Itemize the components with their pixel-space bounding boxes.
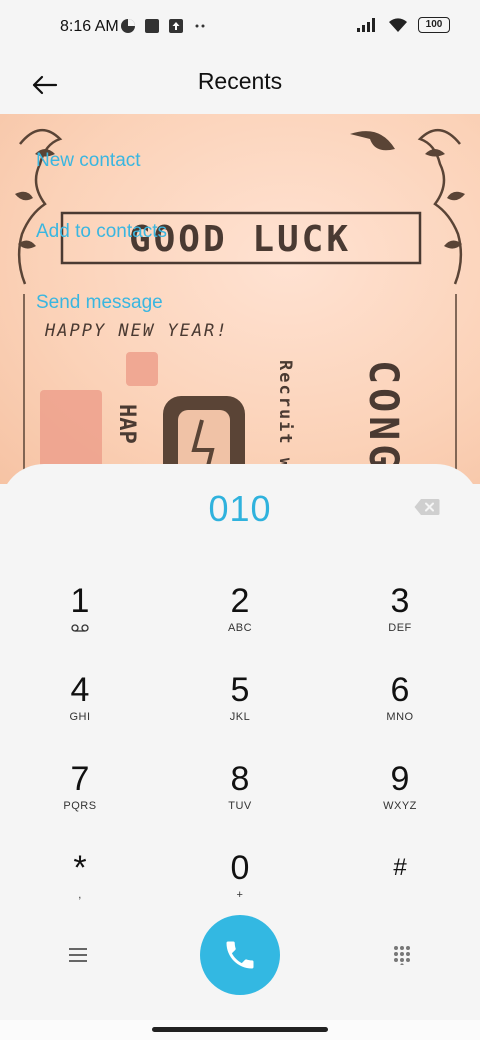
key-letters: WXYZ: [383, 800, 417, 812]
key-9[interactable]: 9 WXYZ: [340, 760, 460, 830]
app-notification-icon: [121, 19, 135, 33]
background-card-image: GOOD LUCK HAPPY NEW YEAR! Recruit w CONG…: [0, 114, 480, 484]
key-letters: TUV: [228, 800, 252, 812]
call-button[interactable]: [200, 915, 280, 995]
key-4[interactable]: 4 GHI: [20, 671, 140, 741]
svg-text:Recruit w: Recruit w: [275, 360, 295, 470]
backspace-icon[interactable]: [414, 498, 440, 516]
wifi-icon: [389, 18, 407, 32]
more-dots-icon: [195, 24, 205, 28]
upload-notification-icon: [169, 19, 183, 33]
home-indicator[interactable]: [152, 1027, 328, 1032]
send-message-link[interactable]: Send message: [36, 292, 163, 314]
signal-icon: [357, 18, 375, 32]
dialpad-panel: 010 1 2 ABC 3 DEF 4 GHI 5 JKL 6 MNO 7 PQ…: [0, 464, 480, 1020]
status-bar: 8:16 AM 100: [0, 0, 480, 56]
key-digit: 5: [230, 671, 250, 709]
key-letters: +: [236, 889, 244, 901]
svg-text:HAP: HAP: [114, 404, 139, 444]
menu-icon[interactable]: [68, 946, 88, 964]
add-to-contacts-link[interactable]: Add to contacts: [36, 221, 167, 243]
key-digit: *: [73, 849, 87, 887]
app-header: Recents: [0, 56, 480, 114]
system-icons: 100: [356, 17, 450, 33]
key-digit: #: [393, 854, 407, 881]
key-5[interactable]: 5 JKL: [180, 671, 300, 741]
key-letters: JKL: [229, 711, 251, 723]
key-digit: 4: [70, 671, 90, 709]
key-letters: ABC: [227, 622, 253, 634]
key-star[interactable]: * ,: [20, 849, 140, 919]
dialed-number: 010: [208, 488, 272, 529]
key-digit: 3: [390, 582, 410, 620]
status-time: 8:16 AM: [60, 18, 119, 35]
key-digit: 9: [390, 760, 410, 798]
key-letters: ,: [78, 889, 82, 901]
square-notification-icon: [145, 19, 159, 33]
svg-text:CONG: CONG: [360, 360, 406, 472]
key-digit: 1: [70, 582, 90, 620]
key-7[interactable]: 7 PQRS: [20, 760, 140, 830]
key-digit: 8: [230, 760, 250, 798]
key-letters: MNO: [386, 711, 414, 723]
key-2[interactable]: 2 ABC: [180, 582, 300, 652]
key-letters: DEF: [388, 622, 412, 634]
key-0[interactable]: 0 +: [180, 849, 300, 919]
key-letters: GHI: [69, 711, 91, 723]
key-letters: PQRS: [63, 800, 97, 812]
page-title: Recents: [197, 68, 283, 94]
key-hash[interactable]: #: [340, 849, 460, 919]
key-1[interactable]: 1: [20, 582, 140, 652]
phone-icon: [226, 941, 254, 969]
dialpad-icon[interactable]: [392, 945, 412, 965]
voicemail-icon: [71, 624, 89, 632]
battery-icon: 100: [418, 17, 450, 33]
key-digit: 6: [390, 671, 410, 709]
key-6[interactable]: 6 MNO: [340, 671, 460, 741]
key-digit: 2: [230, 582, 250, 620]
new-contact-link[interactable]: New contact: [36, 150, 141, 172]
key-3[interactable]: 3 DEF: [340, 582, 460, 652]
key-digit: 0: [230, 849, 250, 887]
key-8[interactable]: 8 TUV: [180, 760, 300, 830]
notification-icons: [120, 18, 208, 34]
key-digit: 7: [70, 760, 90, 798]
svg-text:HAPPY NEW YEAR!: HAPPY NEW YEAR!: [44, 321, 229, 341]
